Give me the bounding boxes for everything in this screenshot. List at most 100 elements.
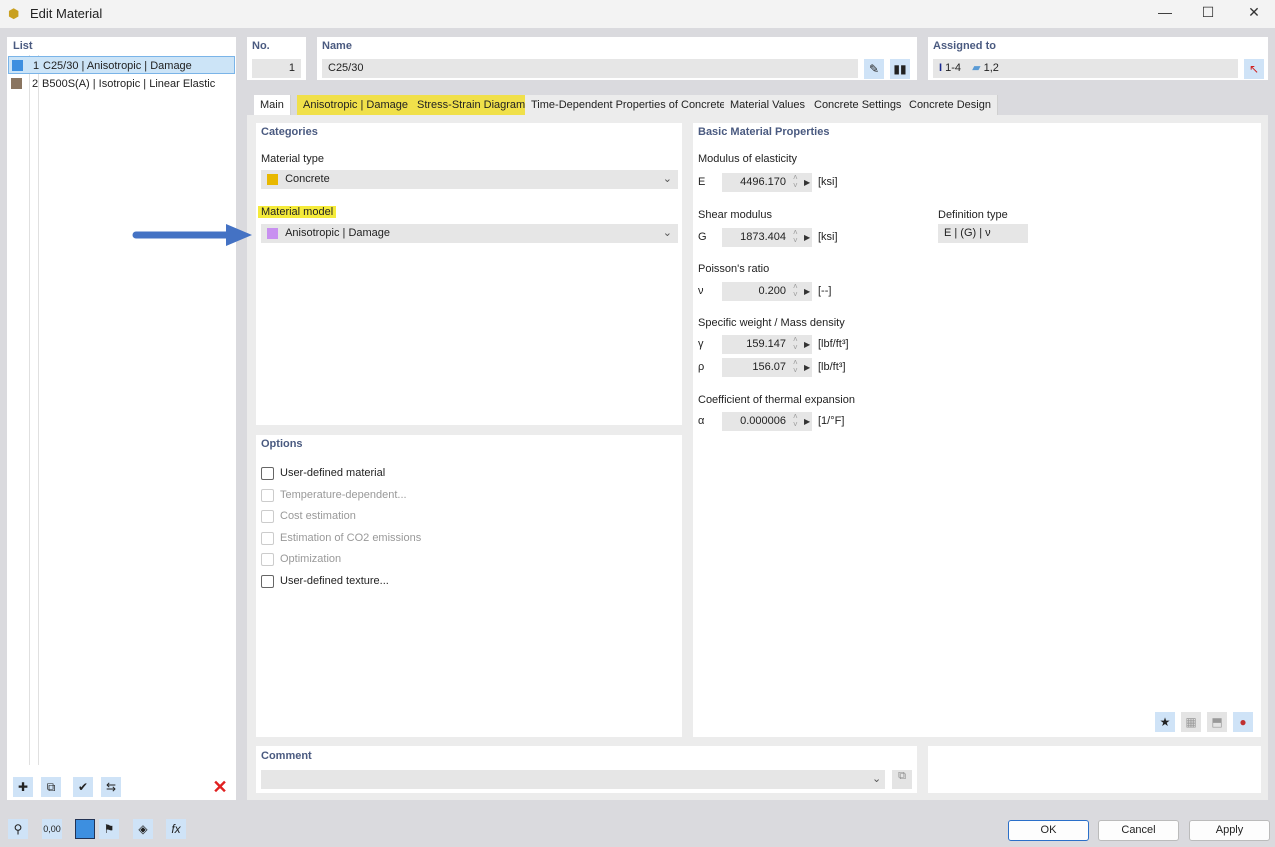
tab-anisotropic-damage[interactable]: Anisotropic | Damage [297,95,415,115]
color-swatch [11,78,22,89]
rho-symbol: ρ [698,361,705,373]
thermal-label: Coefficient of thermal expansion [698,394,855,406]
assigned-members: 1-4 [945,62,962,74]
close-button[interactable]: ✕ [1239,4,1269,24]
name-field[interactable]: C25/30 [322,59,858,78]
spinner-icon[interactable]: ˄ ˅ [793,336,798,352]
color-swatch [12,60,23,71]
pick-select-icon[interactable]: ↖ [1244,59,1264,79]
menu-arrow-icon[interactable]: ▶ [804,417,810,426]
option-label: User-defined material [280,467,386,479]
menu-arrow-icon[interactable]: ▶ [804,233,810,242]
chevron-down-icon[interactable]: ⌄ [872,772,881,785]
tab-material-values[interactable]: Material Values [724,95,812,115]
spinner-icon[interactable]: ˄ ˅ [793,229,798,245]
comment-panel: Comment ⌄ ⧉ [256,746,917,793]
option-user-defined-texture[interactable]: User-defined texture... [261,573,389,589]
view-icon[interactable]: ◈ [133,819,153,839]
check-icon[interactable]: ✔ [73,777,93,797]
copy-icon[interactable]: ⧉ [41,777,61,797]
option-co2-estimation: Estimation of CO2 emissions [261,530,421,546]
definition-type-label: Definition type [938,209,1008,221]
menu-arrow-icon[interactable]: ▶ [804,363,810,372]
material-model-select[interactable]: Anisotropic | Damage ⌄ [261,224,678,243]
cancel-button[interactable]: Cancel [1098,820,1179,841]
spinner-icon[interactable]: ˄ ˅ [793,359,798,375]
option-optimization: Optimization [261,551,341,567]
G-input[interactable]: 1873.404 [722,228,812,247]
nu-input[interactable]: 0.200 [722,282,812,301]
option-temperature-dependent: Temperature-dependent... [261,487,407,503]
material-model-label: Material model [258,206,337,218]
number-label: No. [252,40,270,52]
library-book-icon[interactable]: ▮▮ [890,59,910,79]
modulus-label: Modulus of elasticity [698,153,798,165]
minimize-button[interactable]: — [1150,4,1180,24]
material-type-label: Material type [261,153,324,165]
tab-main[interactable]: Main [254,95,291,115]
tab-concrete-design[interactable]: Concrete Design [903,95,998,115]
menu-arrow-icon[interactable]: ▶ [804,178,810,187]
info-table-icon[interactable]: ⚑ [99,819,119,839]
tab-time-dependent[interactable]: Time-Dependent Properties of Concrete [525,95,733,115]
member-icon: I [939,62,943,74]
name-label: Name [322,40,352,52]
concrete-color-icon [267,173,278,185]
checkbox [261,488,274,502]
spinner-icon[interactable]: ˄ ˅ [793,413,798,429]
assigned-field[interactable]: I 1-4 ▰ 1,2 [933,59,1238,78]
menu-arrow-icon[interactable]: ▶ [804,287,810,296]
color-info-icon[interactable]: ● [1233,712,1253,732]
preview-panel [928,746,1261,793]
item-label: C25/30 | Anisotropic | Damage [43,60,192,72]
spinner-icon[interactable]: ˄ ˅ [793,283,798,299]
weight-label: Specific weight / Mass density [698,317,845,329]
option-label: Cost estimation [280,510,356,522]
app-icon: ⬢ [8,6,20,21]
units-icon[interactable]: 0,00 [42,819,62,839]
edit-name-icon[interactable]: ✎ [864,59,884,79]
comment-input[interactable] [261,770,885,789]
option-label: User-defined texture... [280,575,389,587]
tab-concrete-settings[interactable]: Concrete Settings [808,95,909,115]
definition-type-field[interactable]: E | (G) | ν [938,224,1028,243]
option-cost-estimation: Cost estimation [261,508,356,524]
function-icon[interactable]: fx [166,819,186,839]
new-material-icon[interactable]: ✚ [13,777,33,797]
checkbox[interactable] [261,466,274,480]
E-input[interactable]: 4496.170 [722,173,812,192]
comment-copy-icon[interactable]: ⧉ [892,770,912,789]
poisson-label: Poisson's ratio [698,263,770,275]
alpha-input[interactable]: 0.000006 [722,412,812,431]
apply-button[interactable]: Apply [1189,820,1270,841]
ok-button[interactable]: OK [1008,820,1089,841]
search-icon[interactable]: ⚲ [8,819,28,839]
alpha-symbol: α [698,415,705,427]
annotation-arrow [132,224,252,246]
nu-symbol: ν [698,285,704,297]
rho-input[interactable]: 156.07 [722,358,812,377]
list-item[interactable]: 2 B500S(A) | Isotropic | Linear Elastic [8,75,235,93]
material-type-value: Concrete [285,173,330,185]
delete-icon[interactable]: ✕ [210,777,230,797]
number-panel: No. 1 [247,37,306,80]
checkbox[interactable] [261,574,274,588]
list-item[interactable]: 1 C25/30 | Anisotropic | Damage [8,56,235,74]
menu-arrow-icon[interactable]: ▶ [804,340,810,349]
gamma-input[interactable]: 159.147 [722,335,812,354]
list-panel: List 1 C25/30 | Anisotropic | Damage 2 B… [7,37,236,800]
renumber-icon[interactable]: ⇆ [101,777,121,797]
maximize-button[interactable]: ☐ [1193,4,1223,24]
tab-stress-strain-diagram[interactable]: Stress-Strain Diagram [411,95,533,115]
G-unit: [ksi] [818,231,838,243]
spinner-icon[interactable]: ˄ ˅ [793,174,798,190]
material-type-select[interactable]: Concrete ⌄ [261,170,678,189]
color-icon[interactable] [75,819,95,839]
option-user-defined-material[interactable]: User-defined material [261,465,385,481]
gamma-symbol: γ [698,338,704,350]
G-symbol: G [698,231,707,243]
add-favorite-icon[interactable]: ★ [1155,712,1175,732]
number-field[interactable]: 1 [252,59,301,78]
checkbox [261,552,274,566]
assigned-label: Assigned to [933,40,996,52]
